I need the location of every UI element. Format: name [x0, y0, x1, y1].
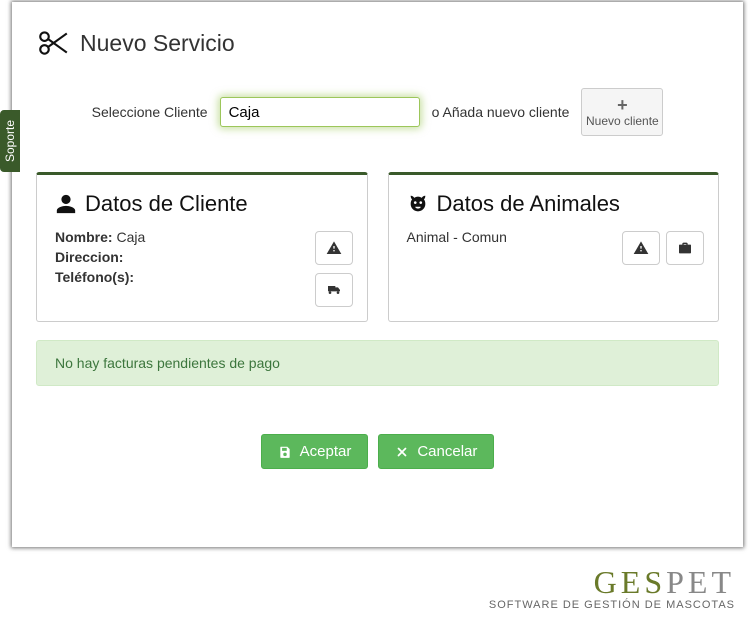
select-client-label: Seleccione Cliente [92, 104, 208, 120]
client-select-row: Seleccione Cliente o Añada nuevo cliente… [36, 88, 719, 136]
client-phone-line: Teléfono(s): [55, 269, 349, 285]
animal-briefcase-button[interactable] [666, 231, 704, 265]
support-tab[interactable]: Soporte [0, 110, 20, 172]
plus-icon: + [617, 96, 628, 114]
warning-icon [326, 240, 342, 256]
footer-logo: GESPET SOFTWARE DE GESTIÓN DE MASCOTAS [489, 566, 735, 611]
client-panel-title: Datos de Cliente [55, 191, 349, 217]
briefcase-icon [677, 240, 693, 256]
save-icon [278, 445, 292, 459]
action-row: Aceptar Cancelar [36, 434, 719, 469]
client-address-line: Direccion: [55, 249, 349, 265]
header: Nuevo Servicio [36, 26, 719, 60]
page-title: Nuevo Servicio [80, 30, 235, 57]
invoice-alert: No hay facturas pendientes de pago [36, 340, 719, 386]
or-add-label: o Añada nuevo cliente [432, 104, 570, 120]
client-input[interactable] [220, 97, 420, 127]
main-window: Nuevo Servicio Seleccione Cliente o Añad… [12, 2, 743, 547]
warning-icon [633, 240, 649, 256]
truck-icon [326, 282, 342, 298]
animal-data-panel: Datos de Animales Animal - Comun [388, 172, 720, 322]
animal-warning-button[interactable] [622, 231, 660, 265]
cancel-button[interactable]: Cancelar [378, 434, 494, 469]
client-warning-button[interactable] [315, 231, 353, 265]
client-data-panel: Datos de Cliente Nombre: Caja Direccion:… [36, 172, 368, 322]
new-client-label: Nuevo cliente [586, 114, 659, 128]
client-name-line: Nombre: Caja [55, 229, 349, 245]
client-truck-button[interactable] [315, 273, 353, 307]
animal-icon [407, 193, 429, 215]
user-icon [55, 193, 77, 215]
accept-button[interactable]: Aceptar [261, 434, 369, 469]
new-client-button[interactable]: + Nuevo cliente [581, 88, 663, 136]
scissors-icon [36, 26, 70, 60]
animal-panel-title: Datos de Animales [407, 191, 701, 217]
close-icon [395, 445, 409, 459]
